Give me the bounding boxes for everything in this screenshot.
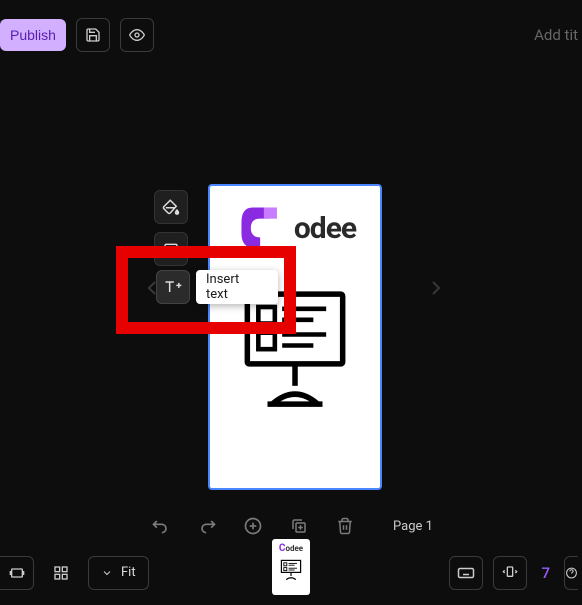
chevron-down-icon (101, 567, 113, 579)
logo-text: odee (294, 211, 356, 246)
add-page-button[interactable] (241, 514, 265, 538)
zoom-dropdown[interactable]: Fit (88, 556, 149, 590)
grid-view-button[interactable] (44, 556, 78, 590)
help-button[interactable] (564, 556, 578, 590)
help-icon (565, 565, 578, 581)
chevron-right-icon (424, 276, 448, 300)
page-canvas[interactable]: odee (208, 184, 382, 490)
next-page-arrow[interactable] (424, 276, 452, 304)
slides-icon (9, 565, 25, 581)
delete-page-button[interactable] (333, 514, 357, 538)
page-indicator: Page 1 (393, 519, 433, 534)
text-plus-icon (163, 278, 183, 296)
device-icon (502, 565, 518, 581)
page-count[interactable]: 7 (537, 564, 554, 582)
paint-bucket-icon (162, 198, 180, 216)
image-tool-button[interactable] (154, 232, 188, 266)
undo-button[interactable] (149, 514, 173, 538)
title-input[interactable]: Add tit (534, 26, 582, 44)
canvas-area: odee Insert text (0, 70, 582, 510)
logo: odee (234, 200, 356, 256)
keyboard-icon (457, 566, 475, 580)
insert-text-tooltip: Insert text (196, 270, 278, 304)
zoom-label: Fit (121, 565, 136, 580)
presentation-graphic (240, 286, 350, 416)
keyboard-button[interactable] (449, 556, 483, 590)
duplicate-page-button[interactable] (287, 514, 311, 538)
duplicate-icon (290, 517, 308, 535)
trash-icon (336, 517, 354, 535)
grid-icon (53, 565, 69, 581)
redo-button[interactable] (195, 514, 219, 538)
publish-button[interactable]: Publish (0, 19, 66, 51)
fill-tool-button[interactable] (154, 190, 188, 224)
preview-button[interactable] (120, 18, 154, 52)
eye-icon (129, 27, 145, 43)
save-button[interactable] (76, 18, 110, 52)
slides-view-button[interactable] (0, 556, 34, 590)
logo-mark-icon (234, 200, 290, 256)
insert-text-button[interactable] (156, 270, 190, 304)
page-controls: Page 1 (0, 514, 582, 538)
device-button[interactable] (493, 556, 527, 590)
redo-icon (197, 516, 217, 536)
save-icon (85, 27, 101, 43)
undo-icon (151, 516, 171, 536)
plus-circle-icon (243, 516, 263, 536)
image-icon (163, 241, 179, 257)
